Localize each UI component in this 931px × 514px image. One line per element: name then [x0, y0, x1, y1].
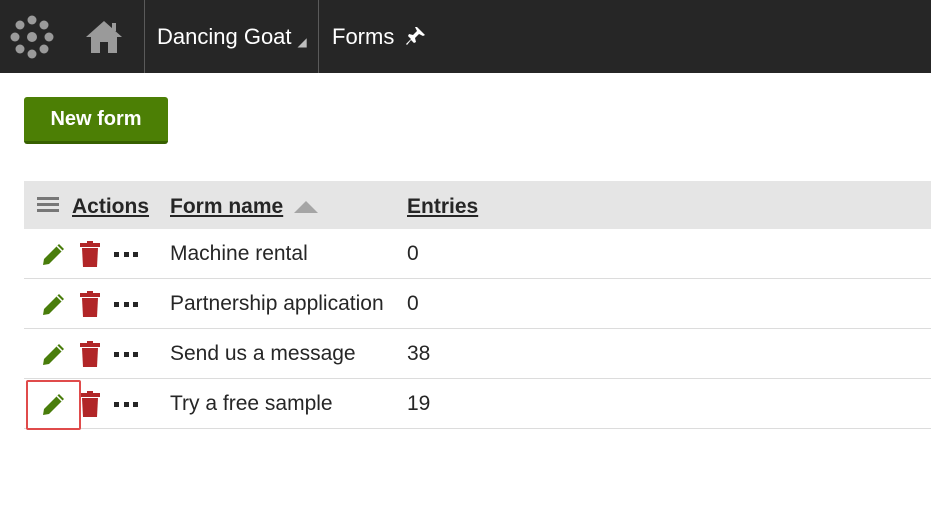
form-name-cell: Partnership application — [170, 292, 384, 315]
column-header-form-name[interactable]: Form name — [170, 195, 283, 219]
forms-grid: Actions Form name Entries Machine rental… — [24, 181, 931, 429]
kentico-logo-icon — [10, 15, 54, 58]
entries-cell: 19 — [407, 392, 431, 415]
row-actions — [24, 329, 170, 378]
delete-icon[interactable] — [80, 241, 100, 267]
more-actions-icon[interactable] — [114, 302, 138, 308]
home-icon — [86, 20, 122, 53]
top-navigation-bar: Dancing Goat ◢ Forms — [0, 0, 931, 73]
table-row: Try a free sample 19 — [24, 379, 931, 429]
table-row: Partnership application 0 — [24, 279, 931, 329]
row-actions — [24, 279, 170, 328]
new-form-button[interactable]: New form — [24, 97, 168, 144]
entries-cell: 38 — [407, 342, 431, 365]
delete-icon[interactable] — [80, 341, 100, 367]
more-actions-icon[interactable] — [114, 352, 138, 358]
more-actions-icon[interactable] — [114, 252, 138, 258]
form-name-cell: Send us a message — [170, 342, 356, 365]
sort-ascending-icon — [294, 201, 318, 213]
grid-header: Actions Form name Entries — [24, 181, 931, 229]
home-button[interactable] — [64, 0, 144, 73]
new-form-button-label: New form — [50, 107, 142, 130]
site-name: Dancing Goat — [157, 23, 292, 49]
application-title: Forms — [319, 0, 426, 73]
edit-icon[interactable] — [40, 342, 66, 368]
form-name-cell: Machine rental — [170, 242, 308, 265]
entries-cell: 0 — [407, 242, 419, 265]
pin-icon[interactable] — [406, 26, 426, 46]
column-header-entries[interactable]: Entries — [407, 195, 478, 219]
row-actions — [24, 229, 170, 278]
entries-cell: 0 — [407, 292, 419, 315]
table-row: Send us a message 38 — [24, 329, 931, 379]
caret-down-icon: ◢ — [297, 34, 307, 49]
edit-icon[interactable] — [40, 242, 66, 268]
edit-icon[interactable] — [40, 292, 66, 318]
more-actions-icon[interactable] — [114, 402, 138, 408]
kentico-logo[interactable] — [0, 0, 64, 73]
column-header-actions[interactable]: Actions — [72, 195, 149, 219]
row-actions — [24, 379, 170, 428]
column-menu-icon[interactable] — [37, 197, 59, 213]
site-selector[interactable]: Dancing Goat ◢ — [145, 0, 318, 73]
delete-icon[interactable] — [80, 291, 100, 317]
table-row: Machine rental 0 — [24, 229, 931, 279]
app-title-text: Forms — [332, 23, 395, 49]
delete-icon[interactable] — [80, 391, 100, 417]
edit-icon[interactable] — [40, 392, 66, 418]
form-name-cell: Try a free sample — [170, 392, 333, 415]
